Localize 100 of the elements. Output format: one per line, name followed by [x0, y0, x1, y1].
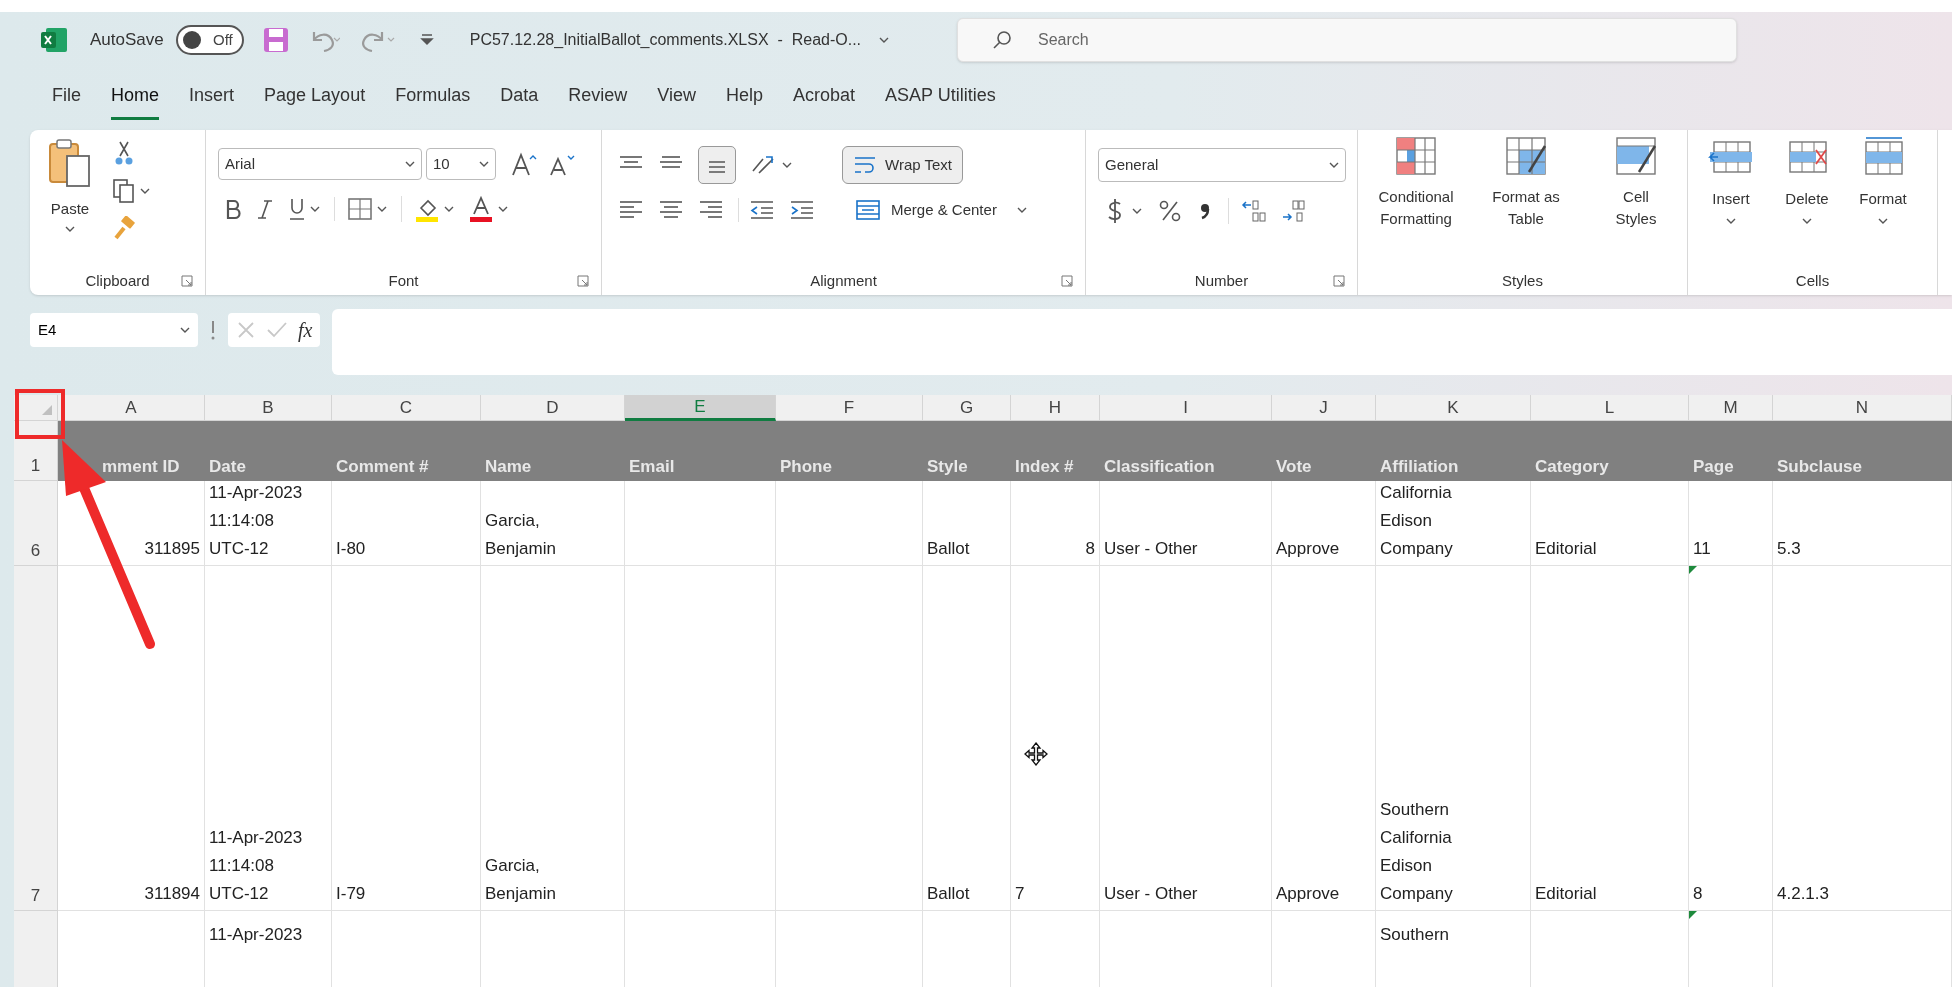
caret-icon[interactable]: [377, 205, 387, 213]
column-title: Vote: [1272, 421, 1376, 481]
column-header[interactable]: L: [1531, 395, 1689, 421]
bold-icon[interactable]: [224, 198, 242, 220]
merge-center-button[interactable]: Merge & Center: [855, 198, 997, 222]
copy-icon[interactable]: [112, 178, 136, 204]
caret-icon[interactable]: [180, 326, 190, 334]
wrap-text-button[interactable]: Wrap Text: [842, 146, 963, 184]
caret-icon[interactable]: [65, 224, 75, 233]
insert-function-button[interactable]: fx: [298, 315, 313, 345]
clipboard-icon: [47, 138, 93, 190]
ribbon-tab[interactable]: Acrobat: [792, 82, 855, 120]
table-cell: 311894: [58, 566, 205, 911]
caret-icon[interactable]: [879, 36, 890, 44]
table-cell: 8: [1689, 566, 1773, 911]
row-header[interactable]: 1: [14, 421, 58, 481]
column-header[interactable]: C: [332, 395, 481, 421]
font-size-dropdown[interactable]: 10: [426, 148, 496, 180]
ribbon-tab[interactable]: View: [657, 82, 696, 120]
underline-icon[interactable]: [288, 197, 306, 221]
caret-icon[interactable]: [479, 160, 489, 168]
paste-button[interactable]: Paste: [44, 138, 96, 242]
column-header[interactable]: G: [923, 395, 1011, 421]
font-name-dropdown[interactable]: Arial: [218, 148, 422, 180]
column-header[interactable]: H: [1011, 395, 1100, 421]
ribbon-tab[interactable]: File: [52, 82, 81, 120]
more-options-icon[interactable]: [210, 319, 216, 341]
dialog-launcher-icon[interactable]: [1333, 275, 1345, 287]
column-title: Comment #: [332, 421, 481, 481]
align-bottom-button[interactable]: [698, 146, 736, 184]
increase-font-size-icon[interactable]: [510, 151, 538, 177]
table-cell: Approve: [1272, 566, 1376, 911]
row-header[interactable]: 7: [14, 566, 58, 911]
caret-icon[interactable]: [444, 205, 454, 213]
table-cell: Ballot: [923, 566, 1011, 911]
column-title: Category: [1531, 421, 1689, 481]
conditional-formatting-icon: [1395, 136, 1437, 178]
ribbon-tab[interactable]: Insert: [189, 82, 235, 120]
styles-button[interactable]: Format as Table: [1478, 136, 1574, 230]
ribbon-tab[interactable]: Formulas: [395, 82, 471, 120]
column-header[interactable]: K: [1376, 395, 1531, 421]
column-header[interactable]: D: [481, 395, 625, 421]
cells-button[interactable]: Delete: [1772, 136, 1842, 225]
currency-icon[interactable]: [1106, 198, 1124, 224]
borders-icon[interactable]: [347, 197, 373, 221]
cells-button[interactable]: Format: [1848, 136, 1918, 225]
customize-caret-icon[interactable]: [419, 34, 434, 46]
styles-button[interactable]: Conditional Formatting: [1368, 136, 1464, 230]
ribbon-tab[interactable]: Help: [725, 82, 763, 120]
formula-input[interactable]: [332, 309, 1952, 375]
ribbon-tab[interactable]: Review: [568, 82, 628, 120]
group-label: Font: [388, 270, 419, 291]
column-header[interactable]: N: [1773, 395, 1952, 421]
cells-button[interactable]: Insert: [1696, 136, 1766, 225]
name-box[interactable]: E4: [30, 313, 198, 347]
caret-icon[interactable]: [1329, 161, 1339, 169]
column-title: mment ID: [58, 421, 205, 481]
ribbon-tab[interactable]: Home: [111, 82, 160, 120]
table-cell: Editorial: [1531, 481, 1689, 566]
caret-icon[interactable]: [405, 160, 415, 168]
row-header[interactable]: 6: [14, 481, 58, 566]
number-format-dropdown[interactable]: General: [1098, 148, 1346, 182]
column-header[interactable]: F: [776, 395, 923, 421]
styles-button[interactable]: Cell Styles: [1588, 136, 1684, 230]
dialog-launcher-icon[interactable]: [181, 275, 193, 287]
caret-icon[interactable]: [140, 187, 150, 195]
group-label: Alignment: [810, 270, 877, 291]
caret-icon[interactable]: [310, 205, 320, 213]
column-header[interactable]: A: [58, 395, 205, 421]
table-cell: Ballot: [923, 481, 1011, 566]
table-cell: Southern California Edison Company: [1376, 566, 1531, 911]
font-color-icon[interactable]: [468, 196, 494, 222]
decrease-indent-icon[interactable]: [749, 198, 775, 222]
column-header[interactable]: M: [1689, 395, 1773, 421]
italic-icon[interactable]: [256, 198, 274, 220]
ribbon-tab[interactable]: Page Layout: [264, 82, 366, 120]
ribbon-tab[interactable]: Data: [500, 82, 539, 120]
save-icon[interactable]: [261, 26, 290, 54]
increase-indent-icon[interactable]: [789, 198, 815, 222]
percent-icon[interactable]: [1158, 199, 1182, 223]
ribbon-tab[interactable]: ASAP Utilities: [885, 82, 996, 120]
caret-icon[interactable]: [1132, 207, 1142, 215]
caret-icon[interactable]: [1878, 216, 1888, 225]
caret-icon[interactable]: [1726, 216, 1736, 225]
column-header[interactable]: J: [1272, 395, 1376, 421]
caret-icon[interactable]: [782, 161, 792, 169]
caret-icon[interactable]: [1802, 216, 1812, 225]
column-title: Name: [481, 421, 625, 481]
column-header[interactable]: B: [205, 395, 332, 421]
select-all-corner[interactable]: [14, 395, 58, 421]
increase-decimal-icon[interactable]: [1241, 198, 1267, 224]
autosave-toggle[interactable]: Off: [175, 25, 244, 55]
column-header[interactable]: I: [1100, 395, 1272, 421]
caret-icon[interactable]: [1016, 206, 1027, 214]
move-cursor-icon: [1024, 742, 1048, 766]
dialog-launcher-icon[interactable]: [1061, 275, 1073, 287]
table-cell: Southern: [1376, 911, 1531, 987]
dialog-launcher-icon[interactable]: [577, 275, 589, 287]
caret-icon[interactable]: [498, 205, 508, 213]
search-field[interactable]: Search: [957, 18, 1738, 62]
